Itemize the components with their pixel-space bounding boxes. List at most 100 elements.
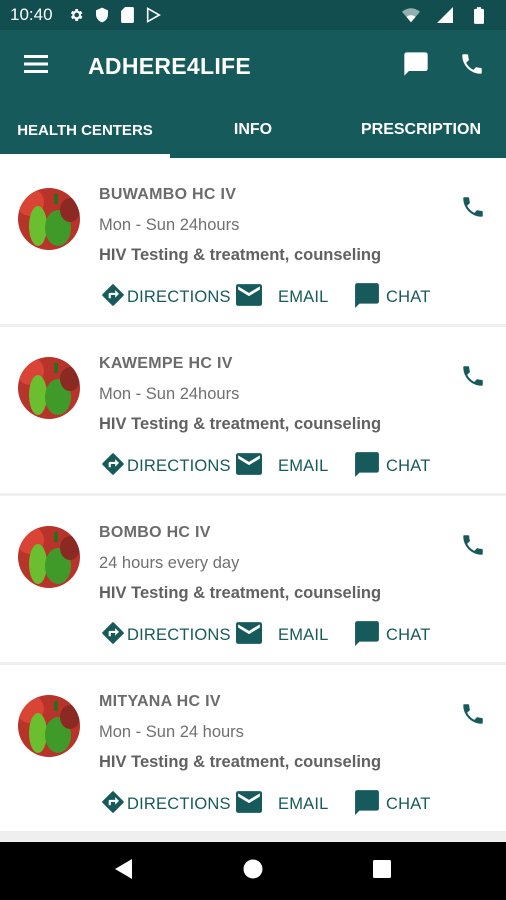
chat-label: CHAT <box>386 625 431 644</box>
chat-button[interactable]: CHAT <box>354 282 431 312</box>
app-title: ADHERE4LIFE <box>88 52 252 79</box>
shield-icon <box>93 6 111 24</box>
phone-icon <box>460 363 486 394</box>
avatar <box>18 188 80 250</box>
phone-icon <box>460 701 486 732</box>
email-button[interactable]: EMAIL <box>236 789 329 819</box>
message-icon <box>402 50 430 83</box>
center-name: MITYANA HC IV <box>99 693 221 710</box>
tab-prescription[interactable]: PRESCRIPTION <box>336 102 506 158</box>
phone-icon <box>459 51 485 82</box>
email-label: EMAIL <box>278 287 329 306</box>
tab-label: PRESCRIPTION <box>360 121 481 138</box>
back-button[interactable] <box>104 851 144 891</box>
directions-button[interactable]: DIRECTIONS <box>100 282 231 312</box>
center-hours: 24 hours every day <box>99 554 240 572</box>
menu-button[interactable] <box>6 30 66 102</box>
chat-icon <box>354 451 380 482</box>
gear-icon <box>67 6 85 24</box>
back-triangle-icon <box>114 858 134 885</box>
sd-card-icon <box>119 6 137 24</box>
avatar <box>18 526 80 588</box>
list-item[interactable]: MITYANA HC IV Mon - Sun 24 hours HIV Tes… <box>0 665 506 831</box>
tab-health-centers[interactable]: HEALTH CENTERS <box>0 102 170 158</box>
status-bar: 10:40 <box>0 0 506 30</box>
center-hours: Mon - Sun 24 hours <box>99 723 244 741</box>
phone-icon <box>460 532 486 563</box>
card-actions: DIRECTIONS EMAIL CHAT <box>100 620 460 650</box>
chat-label: CHAT <box>386 794 431 813</box>
email-icon <box>236 283 262 311</box>
center-services: HIV Testing & treatment, counseling <box>99 584 382 602</box>
directions-button[interactable]: DIRECTIONS <box>100 789 231 819</box>
card-actions: DIRECTIONS EMAIL CHAT <box>100 451 460 481</box>
home-circle-icon <box>243 859 263 884</box>
avatar <box>18 695 80 757</box>
battery-icon <box>470 6 488 24</box>
chat-label: CHAT <box>386 456 431 475</box>
email-button[interactable]: EMAIL <box>236 282 329 312</box>
center-name: BOMBO HC IV <box>99 524 211 541</box>
chat-button[interactable]: CHAT <box>354 789 431 819</box>
directions-label: DIRECTIONS <box>127 794 231 813</box>
center-name: KAWEMPE HC IV <box>99 355 233 372</box>
chat-icon <box>354 282 380 313</box>
directions-label: DIRECTIONS <box>127 456 231 475</box>
directions-icon <box>100 451 126 482</box>
directions-label: DIRECTIONS <box>127 287 231 306</box>
center-hours: Mon - Sun 24hours <box>99 385 240 403</box>
email-button[interactable]: EMAIL <box>236 451 329 481</box>
avatar <box>18 357 80 419</box>
email-label: EMAIL <box>278 794 329 813</box>
center-services: HIV Testing & treatment, counseling <box>99 415 382 433</box>
call-button[interactable] <box>456 699 490 733</box>
chat-button[interactable]: CHAT <box>354 451 431 481</box>
health-center-list: BUWAMBO HC IV Mon - Sun 24hours HIV Test… <box>0 158 506 842</box>
status-time: 10:40 <box>10 5 53 24</box>
card-actions: DIRECTIONS EMAIL CHAT <box>100 282 460 312</box>
list-item[interactable]: KAWEMPE HC IV Mon - Sun 24hours HIV Test… <box>0 327 506 493</box>
wifi-icon <box>402 6 420 24</box>
center-hours: Mon - Sun 24hours <box>99 216 240 234</box>
chat-label: CHAT <box>386 287 431 306</box>
center-services: HIV Testing & treatment, counseling <box>99 246 382 264</box>
tab-label: HEALTH CENTERS <box>17 121 153 139</box>
email-icon <box>236 790 262 818</box>
email-label: EMAIL <box>278 625 329 644</box>
email-icon <box>236 452 262 480</box>
call-button[interactable] <box>456 192 490 226</box>
chat-icon <box>354 789 380 820</box>
card-actions: DIRECTIONS EMAIL CHAT <box>100 789 460 819</box>
recents-button[interactable] <box>362 851 402 891</box>
center-services: HIV Testing & treatment, counseling <box>99 753 382 771</box>
email-button[interactable]: EMAIL <box>236 620 329 650</box>
list-item[interactable]: BUWAMBO HC IV Mon - Sun 24hours HIV Test… <box>0 158 506 324</box>
tab-label: INFO <box>233 121 273 138</box>
directions-button[interactable]: DIRECTIONS <box>100 451 231 481</box>
tab-bar: HEALTH CENTERS INFO PRESCRIPTION <box>0 102 506 158</box>
tab-info[interactable]: INFO <box>170 102 336 158</box>
message-button[interactable] <box>388 38 444 94</box>
app-bar: ADHERE4LIFE <box>0 30 506 102</box>
chat-icon <box>354 620 380 651</box>
home-button[interactable] <box>233 851 273 891</box>
system-nav-bar <box>0 842 506 900</box>
email-icon <box>236 621 262 649</box>
recents-square-icon <box>372 859 391 883</box>
directions-label: DIRECTIONS <box>127 625 231 644</box>
phone-icon <box>460 194 486 225</box>
call-button[interactable] <box>456 530 490 564</box>
email-label: EMAIL <box>278 456 329 475</box>
chat-button[interactable]: CHAT <box>354 620 431 650</box>
directions-icon <box>100 282 126 313</box>
center-name: BUWAMBO HC IV <box>99 186 237 203</box>
signal-icon <box>436 6 454 24</box>
hamburger-menu-icon <box>24 54 48 78</box>
directions-button[interactable]: DIRECTIONS <box>100 620 231 650</box>
directions-icon <box>100 789 126 820</box>
call-button[interactable] <box>456 361 490 395</box>
play-store-icon <box>145 6 163 24</box>
list-item[interactable]: BOMBO HC IV 24 hours every day HIV Testi… <box>0 496 506 662</box>
phone-button[interactable] <box>444 38 500 94</box>
directions-icon <box>100 620 126 651</box>
